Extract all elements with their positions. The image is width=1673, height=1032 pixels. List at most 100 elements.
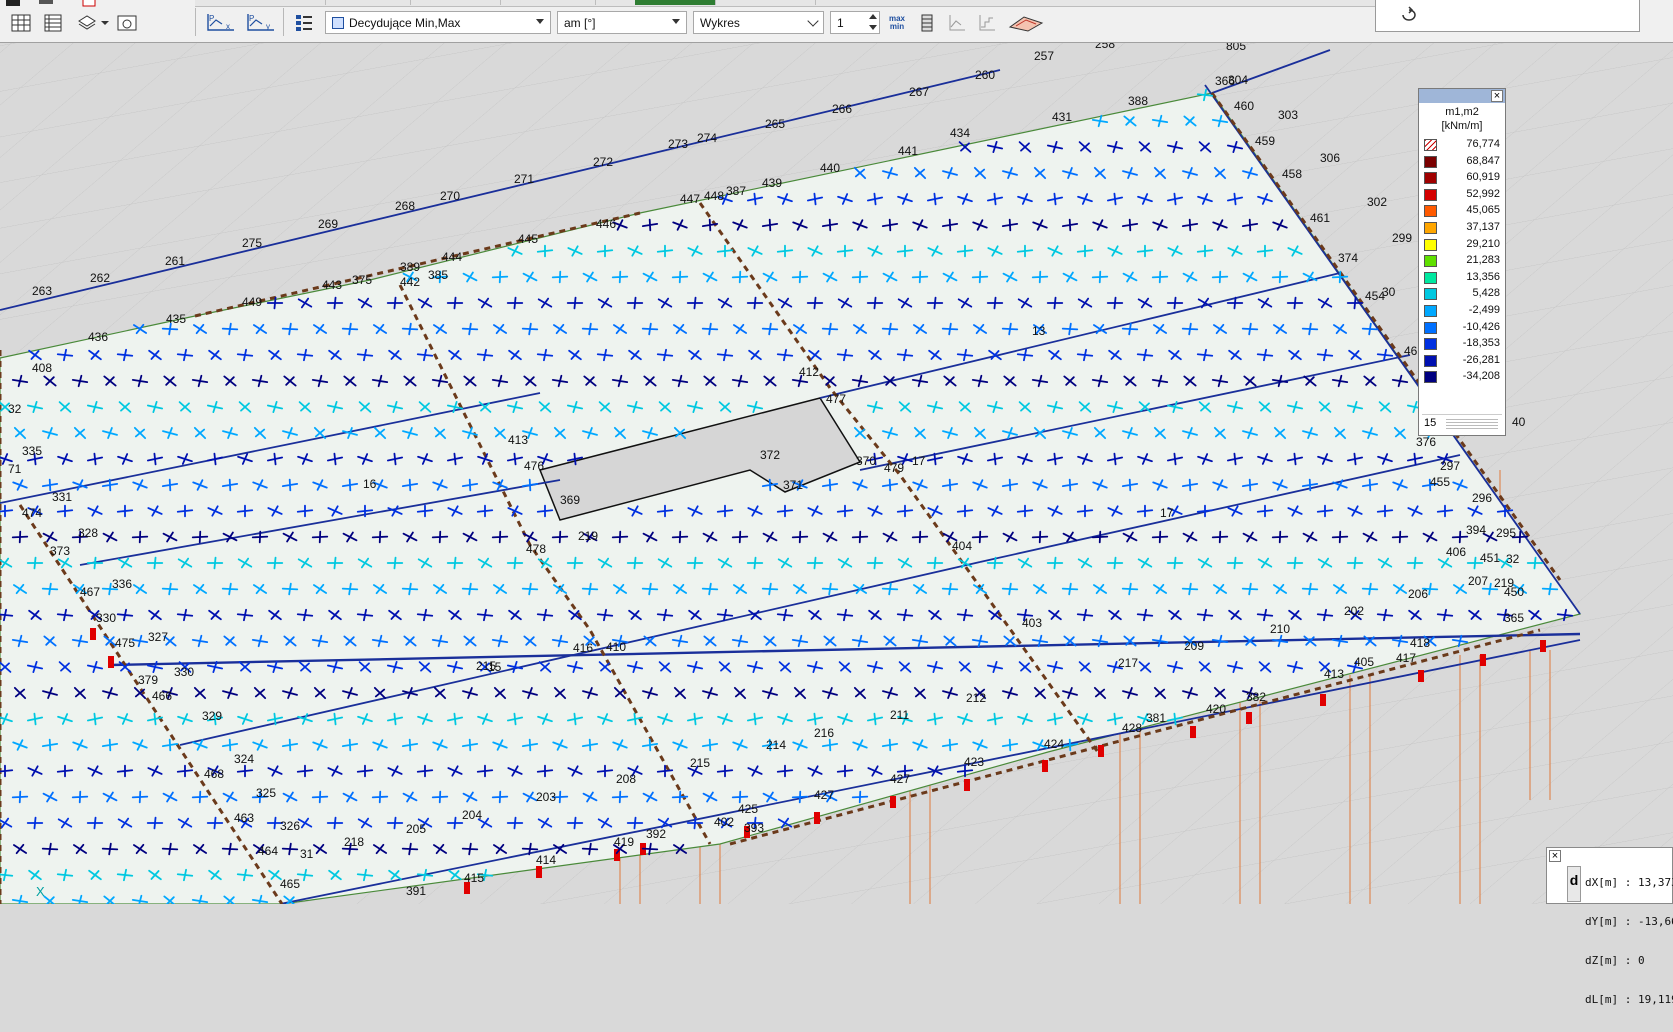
node-label: 271	[514, 172, 534, 186]
toolbar-tabstrip	[195, 0, 1375, 7]
node-label: 455	[1430, 475, 1450, 489]
node-label: 274	[697, 131, 717, 145]
node-label: 370	[856, 454, 876, 468]
svg-text:x: x	[226, 22, 230, 31]
max-min-toggle[interactable]: max min	[884, 10, 910, 36]
diagram-y-icon[interactable]: Py	[243, 10, 277, 36]
node-label: 431	[1052, 110, 1072, 124]
node-label: 324	[234, 752, 254, 766]
node-label: 403	[1022, 616, 1042, 630]
legend-row: 45,065	[1422, 203, 1502, 219]
legend-value: 60,919	[1466, 171, 1500, 184]
layers-icon[interactable]	[74, 10, 100, 36]
node-label: 257	[1034, 49, 1054, 63]
node-label: 372	[760, 448, 780, 462]
spin-up-icon[interactable]	[869, 14, 877, 19]
legend-close-icon[interactable]: ×	[1491, 90, 1503, 102]
legend-swatch	[1424, 288, 1437, 301]
node-label: 208	[616, 772, 636, 786]
node-label: 202	[1344, 604, 1364, 618]
node-label: 258	[1095, 43, 1115, 51]
node-label: 266	[832, 102, 852, 116]
node-label: 209	[1184, 639, 1204, 653]
node-label: 217	[1118, 656, 1138, 670]
legend-swatch	[1424, 354, 1437, 367]
node-label: 375	[352, 273, 372, 287]
node-label: 17	[1160, 506, 1174, 520]
node-label: 474	[22, 506, 42, 520]
svg-text:P: P	[209, 14, 214, 23]
component-select[interactable]: am [°]	[557, 11, 687, 34]
toolbar: Px Py Decydujące Min,Max am [°] Wykres 1…	[0, 0, 1673, 43]
node-label: 46	[1404, 344, 1418, 358]
node-label: 267	[909, 85, 929, 99]
node-label: 427	[890, 772, 910, 786]
color-scale-legend[interactable]: × m1,m2 [kNm/m] 76,774 68,847 60,919 52,992…	[1418, 88, 1506, 436]
node-label: 261	[165, 254, 185, 268]
node-label: 389	[400, 260, 420, 274]
legend-row: 37,137	[1422, 220, 1502, 236]
node-label: 218	[344, 835, 364, 849]
node-label: 458	[1282, 167, 1302, 181]
legend-swatch	[1424, 371, 1437, 384]
legend-row: 52,992	[1422, 187, 1502, 203]
node-label: 478	[526, 542, 546, 556]
layers-dropdown-icon[interactable]	[98, 10, 112, 36]
svg-text:y: y	[266, 22, 270, 31]
chart-steps-icon[interactable]	[974, 10, 1000, 36]
legend-row: 29,210	[1422, 237, 1502, 253]
node-label: 379	[138, 673, 158, 687]
node-label: 216	[814, 726, 834, 740]
table-icon[interactable]	[8, 10, 34, 36]
rotate-icon[interactable]	[1396, 2, 1422, 28]
screen-capture-icon[interactable]	[114, 10, 140, 36]
component-select-value: am [°]	[564, 15, 596, 30]
node-label: 265	[765, 117, 785, 131]
legend-value: 45,065	[1466, 204, 1500, 217]
node-label: 214	[766, 738, 786, 752]
node-label: 331	[52, 490, 72, 504]
legend-value: -34,208	[1462, 370, 1500, 383]
node-label: 449	[242, 295, 262, 309]
results-list-icon[interactable]	[291, 10, 317, 36]
scale-icon[interactable]	[914, 10, 940, 36]
diagram-x-icon[interactable]: Px	[203, 10, 237, 36]
legend-swatch	[1424, 222, 1437, 234]
node-label: 408	[32, 361, 52, 375]
legend-value: 37,137	[1466, 221, 1500, 233]
coordinates-tab[interactable]: d	[1567, 866, 1581, 902]
legend-row: 60,919	[1422, 170, 1502, 186]
node-label: 387	[726, 184, 746, 198]
node-label: 374	[1338, 251, 1358, 265]
node-label: 296	[1472, 491, 1492, 505]
node-label: 13	[1032, 324, 1046, 338]
surface-map-icon[interactable]	[1006, 10, 1046, 36]
node-label: 215	[690, 756, 710, 770]
envelope-select[interactable]: Decydujące Min,Max	[325, 11, 551, 34]
spin-down-icon[interactable]	[869, 25, 877, 30]
node-label: 210	[1270, 622, 1290, 636]
node-label: 382	[1246, 690, 1266, 704]
coord-dy: dY[m] : -13,66	[1585, 915, 1673, 928]
legend-value: 52,992	[1466, 187, 1500, 200]
node-label: 465	[280, 877, 300, 891]
node-label: 805	[1226, 43, 1246, 53]
node-label: 328	[78, 526, 98, 540]
display-mode-select[interactable]: Wykres	[693, 11, 824, 34]
coordinates-close-icon[interactable]: ×	[1549, 850, 1561, 862]
legend-swatch	[1424, 321, 1437, 334]
chart-axis-icon[interactable]	[944, 10, 970, 36]
step-input[interactable]: 1	[830, 11, 880, 34]
legend-title: m1,m2 [kNm/m]	[1419, 105, 1505, 133]
legend-swatch	[1424, 305, 1437, 317]
node-label: 203	[536, 790, 556, 804]
table-list-icon[interactable]	[40, 10, 66, 36]
node-label: 295	[1496, 526, 1516, 540]
legend-swatch	[1424, 139, 1437, 151]
node-label: 30	[1382, 285, 1396, 299]
node-label: 391	[406, 884, 426, 898]
coord-dz: dZ[m] : 0	[1585, 954, 1645, 967]
node-label: 436	[88, 330, 108, 344]
legend-swatch	[1424, 172, 1437, 185]
legend-count[interactable]: 15	[1424, 417, 1436, 429]
